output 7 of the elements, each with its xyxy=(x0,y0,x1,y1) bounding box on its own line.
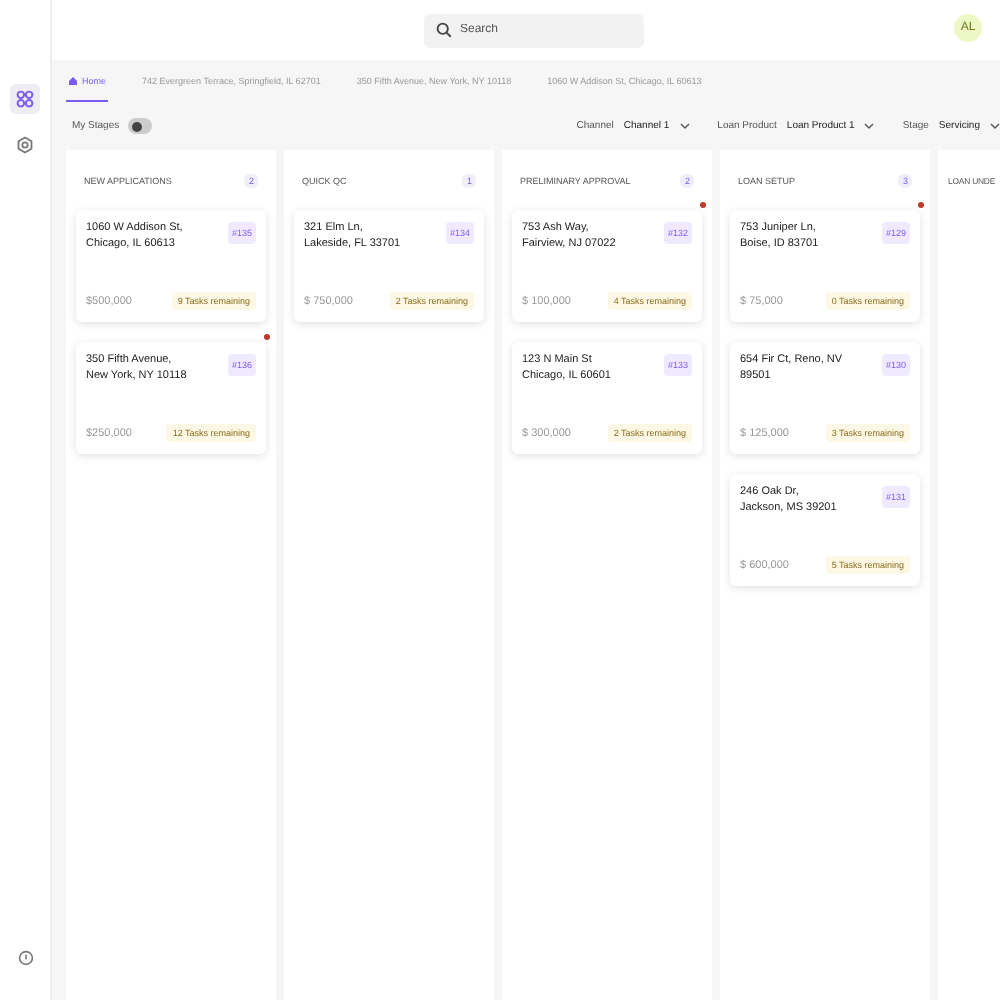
chevron-down-icon xyxy=(864,122,875,130)
home-icon xyxy=(68,75,78,85)
search-icon xyxy=(436,22,452,38)
chevron-down-icon xyxy=(990,122,1000,130)
toggle-switch[interactable] xyxy=(127,118,152,134)
dashboard-icon[interactable] xyxy=(10,84,40,114)
chevron-down-icon xyxy=(679,122,690,130)
